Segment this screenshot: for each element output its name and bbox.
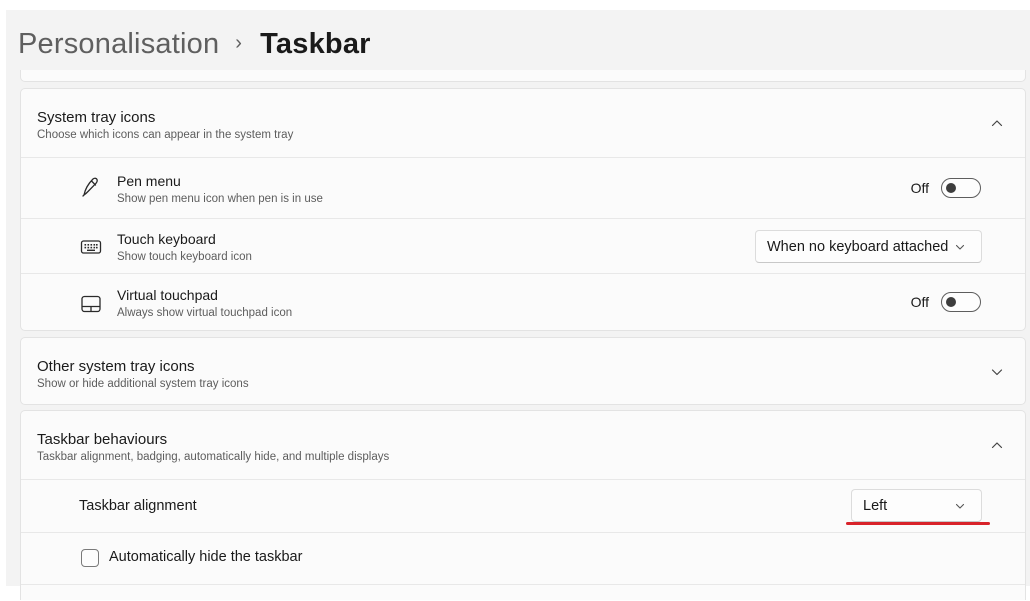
auto-hide-label[interactable]: Automatically hide the taskbar [109,549,302,565]
virtual-touchpad-toggle-state: Off [910,294,929,310]
toggle-knob [946,297,956,307]
chevron-down-icon [953,240,967,254]
auto-hide-row: Automatically hide the taskbar [21,532,1025,584]
pen-menu-toggle[interactable] [941,178,981,198]
system-tray-header[interactable]: System tray icons Choose which icons can… [21,89,1025,157]
virtual-touchpad-toggle[interactable] [941,292,981,312]
touch-keyboard-dropdown-value: When no keyboard attached [767,238,949,255]
touch-keyboard-dropdown[interactable]: When no keyboard attached [755,230,982,263]
next-row-edge [21,584,1025,601]
other-tray-card[interactable]: Other system tray icons Show or hide add… [20,337,1026,405]
pen-menu-toggle-state: Off [910,180,929,196]
virtual-touchpad-toggle-group: Off [911,292,981,312]
auto-hide-checkbox[interactable] [81,549,99,567]
touch-keyboard-description: Show touch keyboard icon [117,251,252,263]
taskbar-alignment-label: Taskbar alignment [79,498,197,514]
chevron-up-icon[interactable] [989,115,1005,131]
chevron-down-icon [953,499,967,513]
taskbar-alignment-value: Left [863,497,888,514]
virtual-touchpad-description: Always show virtual touchpad icon [117,307,293,319]
chevron-up-icon[interactable] [989,437,1005,453]
system-tray-card: System tray icons Choose which icons can… [20,88,1026,331]
touch-keyboard-title: Touch keyboard [117,231,216,247]
pen-icon [79,175,103,199]
keyboard-icon [79,235,103,259]
taskbar-alignment-dropdown[interactable]: Left [851,489,982,522]
previous-card-edge [20,70,1026,82]
pen-menu-title: Pen menu [117,173,181,189]
pen-menu-row: Pen menu Show pen menu icon when pen is … [21,157,1025,218]
taskbar-behaviours-card: Taskbar behaviours Taskbar alignment, ba… [20,410,1026,600]
touch-keyboard-row: Touch keyboard Show touch keyboard icon … [21,218,1025,273]
breadcrumb: Personalisation › Taskbar [18,24,371,64]
system-tray-description: Choose which icons can appear in the sys… [37,129,294,141]
taskbar-behaviours-title: Taskbar behaviours [37,431,168,448]
page-title: Taskbar [260,27,371,60]
chevron-down-icon[interactable] [989,364,1005,380]
touchpad-icon [79,292,103,316]
other-tray-description: Show or hide additional system tray icon… [37,378,249,390]
virtual-touchpad-row: Virtual touchpad Always show virtual tou… [21,273,1025,332]
annotation-underline [846,522,990,525]
taskbar-behaviours-description: Taskbar alignment, badging, automaticall… [37,451,390,463]
virtual-touchpad-title: Virtual touchpad [117,287,218,303]
other-tray-title: Other system tray icons [37,358,195,375]
breadcrumb-chevron-icon: › [235,31,243,54]
toggle-knob [946,183,956,193]
breadcrumb-personalisation[interactable]: Personalisation [18,28,219,61]
pen-menu-description: Show pen menu icon when pen is in use [117,193,323,205]
taskbar-behaviours-header[interactable]: Taskbar behaviours Taskbar alignment, ba… [21,411,1025,479]
system-tray-title: System tray icons [37,109,156,126]
pen-menu-toggle-group: Off [911,178,981,198]
settings-window: Personalisation › Taskbar System tray ic… [6,10,1030,600]
